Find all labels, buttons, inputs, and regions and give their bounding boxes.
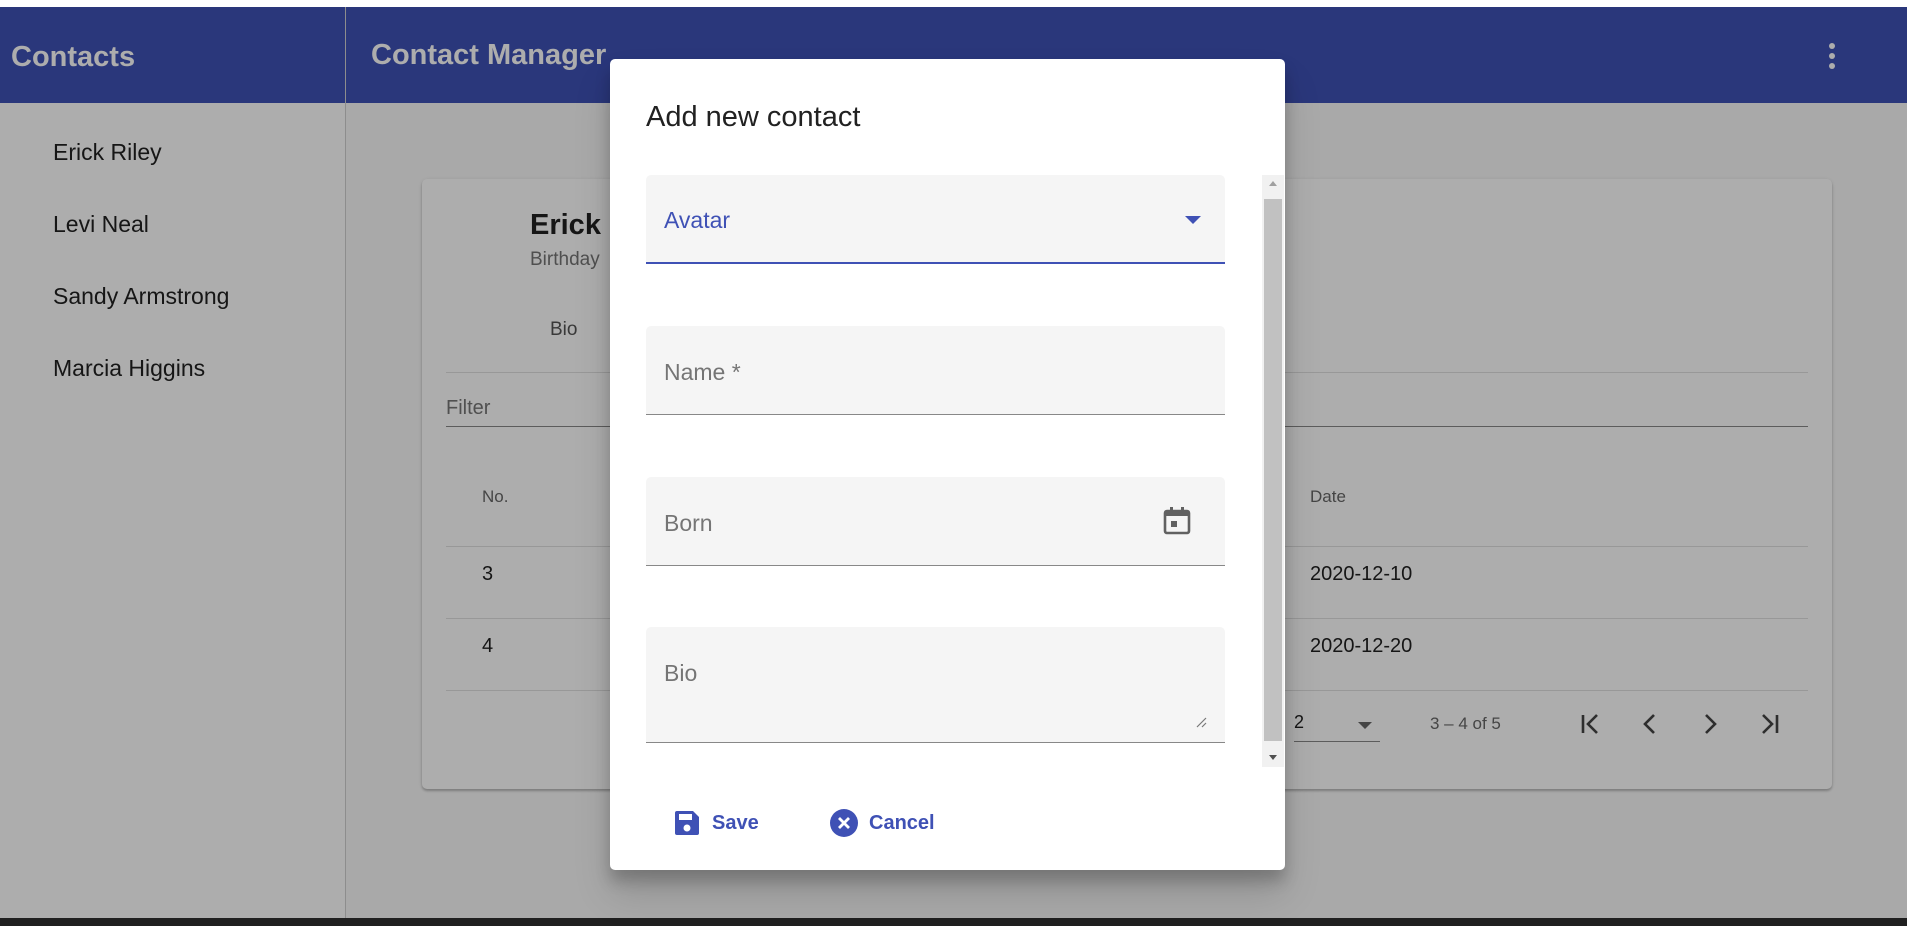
- dialog-title: Add new contact: [646, 101, 861, 133]
- name-field[interactable]: Name *: [646, 326, 1225, 415]
- name-label: Name *: [664, 359, 741, 385]
- resize-handle-icon[interactable]: [1195, 716, 1207, 728]
- cancel-button[interactable]: Cancel: [829, 803, 935, 843]
- bio-label: Bio: [664, 660, 698, 686]
- save-label: Save: [712, 811, 759, 834]
- add-contact-dialog: Add new contact Avatar Name * Born Bio S…: [610, 59, 1285, 870]
- scrollbar-thumb[interactable]: [1264, 199, 1282, 741]
- cancel-icon: [830, 809, 858, 837]
- avatar-label: Avatar: [664, 207, 731, 233]
- born-label: Born: [664, 510, 713, 536]
- window-top-edge: [0, 0, 1907, 7]
- caret-down-icon: [1185, 216, 1201, 224]
- dialog-scrollbar[interactable]: [1262, 175, 1284, 767]
- cancel-label: Cancel: [869, 811, 935, 834]
- taskbar-edge: [0, 918, 1907, 926]
- scroll-up-icon[interactable]: [1269, 181, 1277, 186]
- scroll-down-icon[interactable]: [1269, 755, 1277, 760]
- avatar-select[interactable]: Avatar: [646, 175, 1225, 264]
- calendar-icon[interactable]: [1161, 505, 1193, 537]
- bio-textarea[interactable]: Bio: [646, 627, 1225, 743]
- save-icon: [675, 811, 699, 835]
- dialog-form: Avatar Name * Born Bio: [646, 175, 1225, 765]
- save-button[interactable]: Save: [672, 803, 759, 843]
- born-field[interactable]: Born: [646, 477, 1225, 566]
